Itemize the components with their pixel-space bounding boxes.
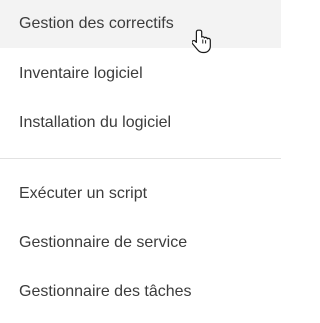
menu-item-task-manager[interactable]: Gestionnaire des tâches	[0, 267, 281, 316]
menu-item-patch-management[interactable]: Gestion des correctifs	[0, 0, 281, 48]
context-menu: Gestion des correctifs Inventaire logici…	[0, 0, 281, 323]
menu-divider	[0, 158, 281, 159]
menu-item-label: Gestionnaire des tâches	[19, 282, 192, 300]
menu-item-label: Installation du logiciel	[19, 113, 172, 131]
menu-item-label: Inventaire logiciel	[19, 64, 143, 82]
menu-item-run-script[interactable]: Exécuter un script	[0, 169, 281, 218]
menu-group-tools: Exécuter un script Gestionnaire de servi…	[0, 169, 281, 316]
menu-item-software-installation[interactable]: Installation du logiciel	[0, 98, 281, 147]
menu-item-label: Exécuter un script	[19, 184, 148, 202]
menu-group-software: Gestion des correctifs Inventaire logici…	[0, 0, 281, 147]
menu-item-service-manager[interactable]: Gestionnaire de service	[0, 218, 281, 267]
menu-item-label: Gestion des correctifs	[19, 15, 174, 32]
menu-item-label: Gestionnaire de service	[19, 233, 188, 251]
menu-item-software-inventory[interactable]: Inventaire logiciel	[0, 49, 281, 98]
